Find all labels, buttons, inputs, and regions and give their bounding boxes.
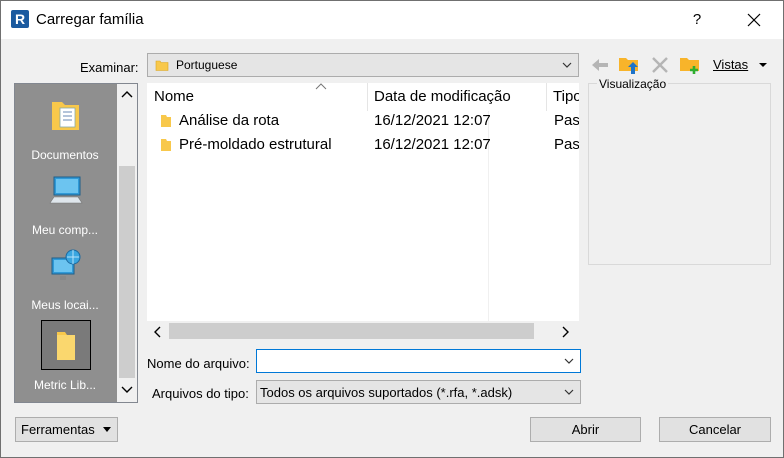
lookin-dropdown[interactable]: Portuguese (147, 53, 579, 77)
scrollbar-thumb[interactable] (119, 166, 135, 378)
up-folder-icon[interactable] (618, 54, 640, 76)
file-name: Análise da rota (179, 112, 280, 129)
title-bar: R Carregar família ? (1, 1, 783, 39)
file-date: 16/12/2021 12:07 (374, 112, 491, 129)
preview-label: Visualização (597, 77, 669, 91)
cancel-button[interactable]: Cancelar (659, 417, 771, 442)
close-icon[interactable] (733, 5, 775, 35)
place-computer[interactable]: Meu comp... (15, 167, 117, 239)
filename-input[interactable] (259, 352, 554, 370)
chevron-up-icon[interactable] (121, 90, 133, 98)
column-header-date[interactable]: Data de modificação (367, 83, 546, 111)
lookin-label: Examinar: (80, 60, 139, 75)
file-row[interactable]: Pré-moldado estrutural 16/12/2021 12:07 … (147, 133, 579, 157)
chevron-left-icon[interactable] (153, 326, 161, 338)
views-menu-button[interactable]: Vistas (713, 57, 768, 72)
documents-icon (52, 102, 79, 130)
file-name: Pré-moldado estrutural (179, 136, 332, 153)
column-header-type[interactable]: Tipo (546, 83, 579, 111)
tools-button[interactable]: Ferramentas (15, 417, 118, 442)
caret-down-icon (103, 427, 111, 432)
folder-icon (57, 332, 75, 360)
caret-down-icon (758, 63, 767, 67)
file-type: Past (554, 136, 579, 153)
places-scrollbar[interactable] (117, 84, 137, 402)
scrollbar-thumb[interactable] (169, 323, 534, 339)
computer-icon (49, 176, 83, 204)
delete-icon[interactable] (651, 56, 669, 74)
place-metric-library[interactable]: Metric Lib... (15, 320, 117, 392)
folder-icon (161, 139, 171, 151)
filename-field[interactable] (256, 349, 581, 373)
back-arrow-icon[interactable] (590, 56, 610, 74)
filetype-label: Arquivos do tipo: (152, 386, 249, 401)
help-button[interactable]: ? (676, 5, 718, 35)
chevron-down-icon[interactable] (121, 386, 133, 394)
file-list: Nome Data de modificação Tipo Análise da… (147, 83, 579, 341)
filename-label: Nome do arquivo: (147, 356, 250, 371)
window-title: Carregar família (36, 11, 144, 28)
filetype-dropdown[interactable]: Todos os arquivos suportados (*.rfa, *.a… (256, 380, 581, 404)
file-list-hscrollbar[interactable] (147, 321, 579, 341)
filetype-value: Todos os arquivos suportados (*.rfa, *.a… (260, 385, 513, 400)
new-folder-icon[interactable] (679, 54, 701, 76)
chevron-down-icon (564, 389, 574, 395)
preview-panel (588, 83, 771, 265)
chevron-right-icon[interactable] (562, 326, 570, 338)
revit-app-icon: R (11, 10, 29, 28)
chevron-down-icon[interactable] (564, 357, 574, 365)
place-network[interactable]: Meus locai... (15, 242, 117, 314)
file-date: 16/12/2021 12:07 (374, 136, 491, 153)
column-header-name[interactable]: Nome (147, 83, 367, 111)
load-family-dialog: R Carregar família ? Examinar: Portugues… (0, 0, 784, 458)
places-bar: Documentos Meu comp... Meus locai... Met… (14, 83, 138, 403)
file-row[interactable]: Análise da rota 16/12/2021 12:07 Past (147, 109, 579, 133)
network-icon (51, 249, 81, 280)
svg-text:R: R (15, 11, 25, 27)
lookin-value: Portuguese (176, 58, 238, 72)
open-button[interactable]: Abrir (530, 417, 641, 442)
folder-icon (161, 115, 171, 127)
places-list: Documentos Meu comp... Meus locai... Met… (15, 84, 117, 402)
place-documents[interactable]: Documentos (15, 92, 117, 164)
chevron-down-icon (562, 62, 572, 68)
folder-icon (155, 60, 169, 71)
file-type: Past (554, 112, 579, 129)
